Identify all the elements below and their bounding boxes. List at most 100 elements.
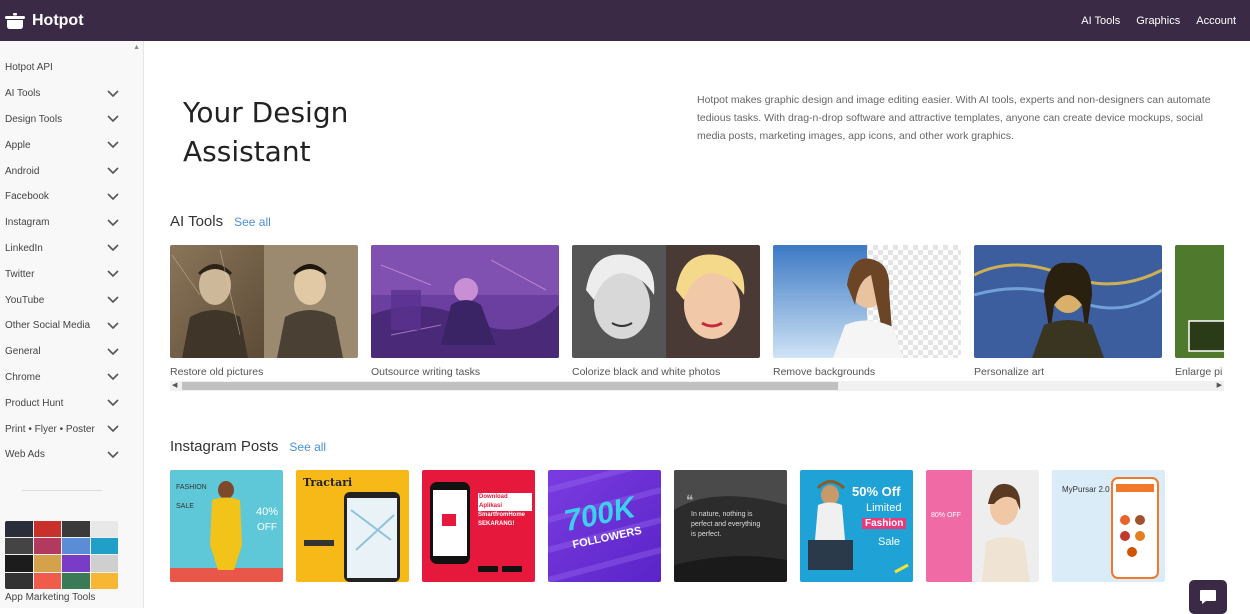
chevron-down-icon xyxy=(107,244,119,252)
writing-art-image[interactable] xyxy=(371,245,559,358)
sidebar-item-label: Other Social Media xyxy=(5,320,91,332)
chevron-down-icon xyxy=(107,167,119,175)
sidebar-item[interactable]: Design Tools xyxy=(0,107,143,133)
sidebar-item-label: Twitter xyxy=(5,268,35,280)
sidebar-category-list: AI Tools Design Tools Apple Android Facebook… xyxy=(0,81,143,468)
sidebar-item[interactable]: Instagram xyxy=(0,210,143,236)
post-card[interactable]: 700K FOLLOWERS xyxy=(548,470,661,582)
post-text: OFF xyxy=(257,522,277,533)
sidebar-item-label: Apple xyxy=(5,139,31,151)
art-image[interactable] xyxy=(974,245,1162,358)
ai-tools-carousel[interactable]: Restore old pictures Outsource writing t… xyxy=(170,245,1224,381)
sidebar[interactable]: ▲ Hotpot API AI Tools Design Tools Apple An… xyxy=(0,41,144,608)
chevron-down-icon xyxy=(107,451,119,458)
post-card[interactable]: MyPursar 2.0 xyxy=(1052,470,1165,582)
post-card[interactable]: Tractari xyxy=(296,470,409,582)
post-text: In nature, nothing is perfect and everyt… xyxy=(691,510,781,540)
sidebar-item-label: LinkedIn xyxy=(5,242,43,254)
ai-tools-see-all-link[interactable]: See all xyxy=(234,215,271,229)
tool-card-remove-bg[interactable]: Remove backgrounds xyxy=(773,245,961,378)
sidebar-item[interactable]: Chrome xyxy=(0,365,143,391)
sidebar-item[interactable]: Apple xyxy=(0,132,143,158)
nav-account[interactable]: Account xyxy=(1196,15,1236,27)
post-line: In nature, nothing is xyxy=(691,511,753,518)
restore-photo-image[interactable] xyxy=(170,245,358,358)
remove-bg-image[interactable] xyxy=(773,245,961,358)
instagram-heading: Instagram Posts xyxy=(170,438,279,455)
main-content: Your Design Assistant Hotpot makes graph… xyxy=(145,41,1250,608)
tool-label[interactable]: Colorize black and white photos xyxy=(572,366,760,378)
app-marketing-label[interactable]: App Marketing Tools xyxy=(0,589,143,603)
sidebar-item-hotpot-api[interactable]: Hotpot API xyxy=(0,55,143,81)
post-card[interactable]: 80% OFF xyxy=(926,470,1039,582)
carousel-scrollbar[interactable]: ◀ ▶ xyxy=(170,381,1224,391)
post-text: Tractari xyxy=(303,476,353,489)
instagram-posts-row[interactable]: FASHION SALE 40% OFF Tractari Download A… xyxy=(170,470,1180,582)
tool-card-restore[interactable]: Restore old pictures xyxy=(170,245,358,378)
chevron-down-icon xyxy=(107,115,119,123)
sidebar-item[interactable]: Twitter xyxy=(0,261,143,287)
post-text: 40% xyxy=(255,506,278,518)
post-card[interactable]: ❝ In nature, nothing is perfect and ever… xyxy=(674,470,787,582)
nav-graphics[interactable]: Graphics xyxy=(1136,15,1180,27)
sidebar-item-label: Facebook xyxy=(5,191,49,203)
sidebar-item-label: Chrome xyxy=(5,371,41,383)
chat-bubble-icon xyxy=(1200,590,1216,604)
sidebar-item[interactable]: Print • Flyer • Poster xyxy=(0,416,143,442)
post-text: MyPursar 2.0 xyxy=(1062,485,1110,494)
tool-label[interactable]: Remove backgrounds xyxy=(773,366,961,378)
tool-card-enlarge[interactable]: Enlarge pi xyxy=(1175,245,1224,378)
post-text: 50% Off xyxy=(852,484,901,499)
sidebar-menu: Hotpot API xyxy=(0,41,143,81)
sidebar-item[interactable]: Facebook xyxy=(0,184,143,210)
chat-button[interactable] xyxy=(1189,580,1227,614)
sidebar-item[interactable]: General xyxy=(0,339,143,365)
chevron-down-icon xyxy=(107,296,119,304)
scroll-right-arrow-icon[interactable]: ▶ xyxy=(1217,381,1222,391)
tool-card-writing[interactable]: Outsource writing tasks xyxy=(371,245,559,378)
tool-card-art[interactable]: Personalize art xyxy=(974,245,1162,378)
top-bar: Hotpot AI Tools Graphics Account xyxy=(0,0,1250,41)
post-line: is perfect. xyxy=(691,531,722,538)
ai-tools-heading: AI Tools xyxy=(170,213,224,230)
sidebar-item[interactable]: Android xyxy=(0,158,143,184)
sidebar-item[interactable]: Other Social Media xyxy=(0,313,143,339)
sidebar-item-label: Print • Flyer • Poster xyxy=(5,423,95,435)
tool-label[interactable]: Outsource writing tasks xyxy=(371,366,559,378)
tool-card-colorize[interactable]: Colorize black and white photos xyxy=(572,245,760,378)
sidebar-item[interactable]: Product Hunt xyxy=(0,390,143,416)
sidebar-item[interactable]: AI Tools xyxy=(0,81,143,107)
chevron-down-icon xyxy=(107,399,119,407)
post-text: Fashion xyxy=(862,518,907,529)
tool-label[interactable]: Enlarge pi xyxy=(1175,366,1224,378)
app-marketing-thumbnail[interactable] xyxy=(5,520,118,589)
colorize-image[interactable] xyxy=(572,245,760,358)
quote-icon: ❝ xyxy=(686,492,694,508)
sidebar-item-label: AI Tools xyxy=(5,88,41,100)
sidebar-item[interactable]: YouTube xyxy=(0,287,143,313)
ai-tools-header: AI Tools See all xyxy=(170,213,271,230)
post-line: SEKARANG! xyxy=(478,521,515,527)
scrollbar-thumb[interactable] xyxy=(182,382,838,390)
sidebar-item-label: Instagram xyxy=(5,217,50,229)
top-nav: AI Tools Graphics Account xyxy=(1081,15,1236,27)
sidebar-item[interactable]: LinkedIn xyxy=(0,236,143,262)
post-line: SmartfromHome xyxy=(478,512,526,518)
tool-label[interactable]: Restore old pictures xyxy=(170,366,358,378)
chevron-down-icon xyxy=(107,425,119,433)
sidebar-item[interactable]: Web Ads xyxy=(0,442,143,468)
nav-ai-tools[interactable]: AI Tools xyxy=(1081,15,1120,27)
scroll-left-arrow-icon[interactable]: ◀ xyxy=(172,381,177,391)
brand-logo[interactable]: Hotpot xyxy=(4,12,84,30)
scroll-up-arrow-icon[interactable]: ▲ xyxy=(133,44,140,51)
chevron-down-icon xyxy=(107,219,119,226)
tool-label[interactable]: Personalize art xyxy=(974,366,1162,378)
post-card[interactable]: Download Aplikasi SmartfromHome SEKARANG… xyxy=(422,470,535,582)
post-text: 80% OFF xyxy=(931,512,961,519)
post-card[interactable]: 50% Off Limited Fashion Sale xyxy=(800,470,913,582)
brand-name: Hotpot xyxy=(32,11,84,29)
post-card[interactable]: FASHION SALE 40% OFF xyxy=(170,470,283,582)
enlarge-image[interactable] xyxy=(1175,245,1224,358)
instagram-see-all-link[interactable]: See all xyxy=(289,440,326,454)
instagram-header: Instagram Posts See all xyxy=(170,438,326,455)
